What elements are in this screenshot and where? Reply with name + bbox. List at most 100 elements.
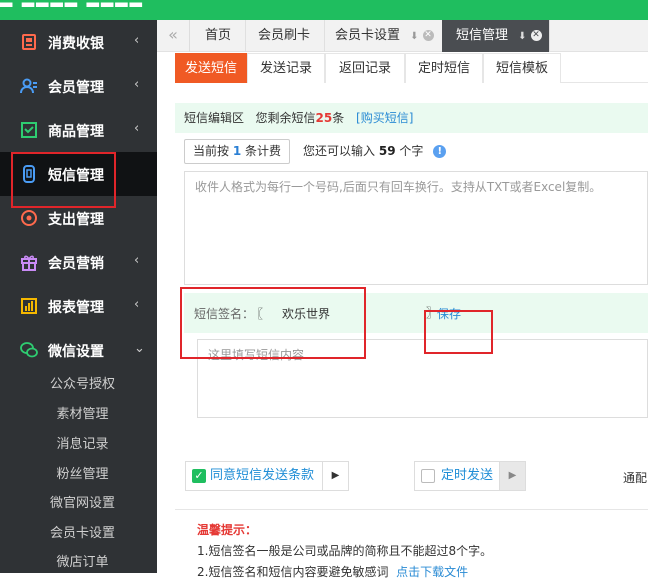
subtab-bar: 发送短信 发送记录 返回记录 定时短信 短信模板 xyxy=(175,53,648,83)
billing-suffix: 条计费 xyxy=(245,144,282,158)
chevron-left-icon: ‹ xyxy=(134,297,140,312)
app-title-fragment: ▄ ▄▄▄▄ ▄▄▄▄ xyxy=(0,0,160,7)
buy-sms-link[interactable]: [购买短信] xyxy=(356,111,413,125)
tab-member-card-settings[interactable]: 会员卡设置 ⬇ ✕ xyxy=(321,20,449,52)
sidebar-item-label: 会员营销 xyxy=(48,256,104,272)
main-area: « 首页 会员刷卡 会员卡设置 ⬇ ✕ 短信管理 ⬇ ✕ 发送短信 发送记录 返回记… xyxy=(157,20,648,579)
agree-checkbox[interactable]: ✓ xyxy=(192,469,206,483)
agree-terms-group: ✓ 同意短信发送条款 ▶ xyxy=(185,461,350,491)
remaining-suffix: 条 xyxy=(332,111,345,125)
billing-prefix: 当前按 xyxy=(193,144,230,158)
timed-send-checkbox[interactable] xyxy=(421,469,435,483)
download-file-link[interactable]: 点击下载文件 xyxy=(396,565,468,579)
tab-label: 会员卡设置 xyxy=(335,28,401,43)
pin-icon[interactable]: ⬇ xyxy=(518,31,526,42)
goods-icon xyxy=(21,122,37,138)
char-remaining-info: 您还可以输入 59 个字 ! xyxy=(303,139,447,164)
top-bar: ▄ ▄▄▄▄ ▄▄▄▄ xyxy=(0,0,648,20)
chevron-left-icon: ‹ xyxy=(134,77,140,92)
report-icon xyxy=(21,298,37,314)
editor-header: 短信编辑区 您剩余短信25条 [购买短信] xyxy=(175,103,648,133)
sidebar-item-reports[interactable]: 报表管理 ‹ xyxy=(0,284,157,328)
sidebar-item-goods[interactable]: 商品管理 ‹ xyxy=(0,108,157,152)
members-icon xyxy=(20,78,37,94)
sidebar-item-cashier[interactable]: 消费收银 ‹ xyxy=(0,20,157,64)
chevron-left-icon: ‹ xyxy=(134,253,140,268)
sidebar-item-label: 微信设置 xyxy=(48,344,104,360)
signature-input[interactable]: 欢乐世界 xyxy=(282,305,330,322)
remaining-prefix: 您剩余短信 xyxy=(255,111,316,125)
submenu-item[interactable]: 粉丝管理 xyxy=(0,460,157,490)
sms-editor-panel: 短信编辑区 您剩余短信25条 [购买短信] 当前按 1 条计费 您还可以输入 5… xyxy=(175,103,648,448)
sidebar-item-label: 短信管理 xyxy=(48,168,104,184)
info-prefix: 您还可以输入 xyxy=(303,144,376,158)
editor-title: 短信编辑区 xyxy=(184,111,245,125)
submenu-item[interactable]: 公众号授权 xyxy=(0,370,157,400)
tips-title: 温馨提示： xyxy=(197,523,258,537)
subtab-send-sms[interactable]: 发送短信 xyxy=(175,53,247,83)
chevron-left-icon: ‹ xyxy=(134,33,140,48)
caret-right-icon[interactable]: ▶ xyxy=(322,462,348,490)
submenu-item[interactable]: 微官网设置 xyxy=(0,489,157,519)
info-icon[interactable]: ! xyxy=(433,145,447,158)
tips-line-2-text: 2.短信签名和短信内容要避免敏感词 xyxy=(197,565,389,579)
cashier-icon xyxy=(22,34,36,50)
gift-icon xyxy=(21,255,37,271)
sidebar: 消费收银 ‹ 会员管理 ‹ 商品管理 ‹ 短信管理 支出管理 会员营销 ‹ 报表… xyxy=(0,20,157,573)
info-suffix: 个字 xyxy=(399,144,424,158)
billing-count: 1 xyxy=(232,144,242,158)
close-icon[interactable]: ✕ xyxy=(422,30,434,41)
submenu-item[interactable]: 素材管理 xyxy=(0,400,157,430)
subtab-timed-sms[interactable]: 定时短信 xyxy=(405,53,483,83)
wechat-icon xyxy=(20,342,38,358)
tab-label: 短信管理 xyxy=(456,28,509,43)
signature-label: 短信签名：〖 xyxy=(194,305,263,322)
sms-icon xyxy=(23,165,35,183)
subtab-sms-templates[interactable]: 短信模板 xyxy=(483,53,561,83)
tab-bar: « 首页 会员刷卡 会员卡设置 ⬇ ✕ 短信管理 ⬇ ✕ xyxy=(157,20,648,52)
signature-label-text: 短信签名： xyxy=(194,307,255,321)
signature-row: 短信签名：〖 欢乐世界 〗 保存 xyxy=(184,293,648,333)
sidebar-item-label: 商品管理 xyxy=(48,124,104,140)
bracket-open: 〖 xyxy=(257,307,264,321)
tab-home[interactable]: 首页 xyxy=(191,20,247,52)
editor-content: 当前按 1 条计费 您还可以输入 59 个字 ! 收件人格式为每行一个号码,后面… xyxy=(175,133,648,448)
sidebar-item-members[interactable]: 会员管理 ‹ xyxy=(0,64,157,108)
message-content-input[interactable]: 这里填写短信内容... xyxy=(197,339,648,418)
sidebar-item-label: 报表管理 xyxy=(48,300,104,316)
channel-label: 通配 xyxy=(623,471,648,485)
pin-icon[interactable]: ⬇ xyxy=(410,31,418,42)
divider xyxy=(175,509,648,510)
chevron-down-icon: ⌄ xyxy=(134,341,145,356)
info-count: 59 xyxy=(378,144,396,158)
tab-sms-management[interactable]: 短信管理 ⬇ ✕ xyxy=(442,20,550,52)
remaining-count: 25 xyxy=(315,111,333,125)
scroll-tabs-left-button[interactable]: « xyxy=(157,20,190,52)
sidebar-item-label: 消费收银 xyxy=(48,36,104,52)
recipients-input[interactable]: 收件人格式为每行一个号码,后面只有回车换行。支持从TXT或者Excel复制。 xyxy=(184,171,648,285)
sidebar-item-sms[interactable]: 短信管理 xyxy=(0,152,157,196)
tab-label: 首页 xyxy=(205,28,232,43)
sidebar-item-label: 支出管理 xyxy=(48,212,104,228)
subtab-return-records[interactable]: 返回记录 xyxy=(325,53,405,83)
billing-button[interactable]: 当前按 1 条计费 xyxy=(184,139,291,164)
submenu-item[interactable]: 消息记录 xyxy=(0,430,157,460)
sidebar-item-marketing[interactable]: 会员营销 ‹ xyxy=(0,240,157,284)
submenu-item[interactable]: 会员卡设置 xyxy=(0,519,157,549)
expense-icon xyxy=(21,210,37,226)
tab-member-swipe[interactable]: 会员刷卡 xyxy=(244,20,326,52)
submenu-item[interactable]: 微店订单 xyxy=(0,548,157,578)
agree-terms-label[interactable]: 同意短信发送条款 xyxy=(210,462,322,490)
close-icon[interactable]: ✕ xyxy=(530,30,542,41)
tips-line-1: 1.短信签名一般是公司或品牌的简称且不能超过8个字。 xyxy=(197,544,493,558)
save-signature-link[interactable]: 保存 xyxy=(437,305,461,322)
caret-right-icon[interactable]: ▶ xyxy=(499,462,526,490)
subtab-send-records[interactable]: 发送记录 xyxy=(247,53,325,83)
tab-label: 会员刷卡 xyxy=(258,28,311,43)
timed-send-group: 定时发送 ▶ xyxy=(414,461,527,491)
sidebar-item-label: 会员管理 xyxy=(48,80,104,96)
timed-send-label[interactable]: 定时发送 xyxy=(441,462,499,490)
tips-section: 温馨提示： 1.短信签名一般是公司或品牌的简称且不能超过8个字。 2.短信签名和… xyxy=(197,520,637,583)
sidebar-item-wechat[interactable]: 微信设置 ⌄ xyxy=(0,328,157,372)
sidebar-item-expense[interactable]: 支出管理 xyxy=(0,196,157,240)
